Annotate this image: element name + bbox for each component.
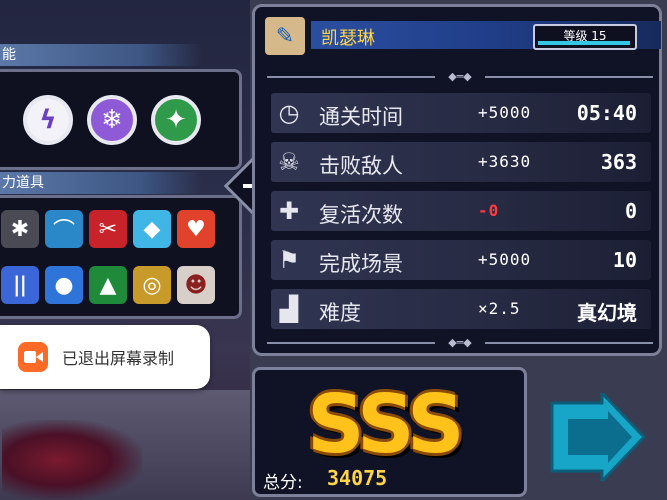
stat-value: 10: [612, 248, 637, 272]
stat-bonus: +5000: [478, 103, 532, 122]
stat-row-revives: ✚ 复活次数 -0 0: [271, 191, 651, 231]
genie-lamp-item-icon[interactable]: ⌒: [45, 210, 83, 248]
snowflake-glyph: ❄: [101, 105, 123, 135]
green-hat-item-icon[interactable]: ▲: [89, 266, 127, 304]
spider-item-icon[interactable]: ✱: [1, 210, 39, 248]
stat-label: 击败敌人: [319, 154, 403, 178]
potion-glyph: ●: [54, 272, 74, 298]
bar-chart-icon: ▟: [279, 295, 299, 323]
items-panel: ✱ ⌒ ✂ ◆ ♥ ǀǀ ● ▲ ◎ ☻: [0, 195, 242, 319]
divider-ornament: ◆═◆: [435, 337, 485, 349]
leaf-glyph: ✦: [165, 105, 187, 135]
divider-ornament: ◆═◆: [435, 71, 485, 83]
skills-section-header: 能: [0, 44, 202, 66]
lightning-glyph: ϟ: [39, 105, 57, 135]
cannon-glyph: ✂: [98, 216, 118, 242]
stat-multiplier: ×2.5: [478, 299, 521, 318]
blue-potion-item-icon[interactable]: ●: [45, 266, 83, 304]
screen-recording-toast: 已退出屏幕录制: [0, 325, 210, 389]
skills-panel: ϟ ❄ ✦: [0, 69, 242, 170]
crystal-glyph: ◆: [143, 216, 161, 242]
fire-heart-glyph: ♥: [186, 216, 206, 242]
pot-glyph: ◎: [142, 272, 162, 298]
stats-panel: ✎ 凯瑟琳 等级 15 ◆═◆ ◷ 通关时间 +5000 05:40 ☠ 击败敌…: [252, 4, 662, 356]
horned-mask-item-icon[interactable]: ☻: [177, 266, 215, 304]
stat-bonus-penalty: -0: [478, 201, 500, 220]
lightning-skill-icon[interactable]: ϟ: [23, 95, 73, 145]
stat-value: 363: [600, 150, 637, 174]
stat-row-enemies-defeated: ☠ 击败敌人 +3630 363: [271, 142, 651, 182]
snowflake-skill-icon[interactable]: ❄: [87, 95, 137, 145]
stat-bonus: +5000: [478, 250, 532, 269]
stat-row-difficulty: ▟ 难度 ×2.5 真幻境: [271, 289, 651, 329]
hat-glyph: ▲: [99, 272, 117, 298]
character-name: 凯瑟琳: [321, 28, 375, 49]
stat-label: 完成场景: [319, 252, 403, 276]
cannon-item-icon[interactable]: ✂: [89, 210, 127, 248]
level-badge: 等级 15: [533, 24, 637, 50]
total-score-label: 总分:: [263, 473, 303, 493]
stat-value: 0: [624, 199, 637, 223]
stat-bonus: +3630: [478, 152, 532, 171]
next-arrow-button[interactable]: [548, 393, 646, 481]
crystal-item-icon[interactable]: ◆: [133, 210, 171, 248]
bottom-divider: ◆═◆: [267, 337, 653, 349]
candles-glyph: ǀǀ: [13, 272, 27, 298]
clock-icon: ◷: [278, 99, 300, 127]
items-section-header: 力道具: [0, 172, 202, 194]
blood-splatter: [2, 420, 142, 500]
leaf-skill-icon[interactable]: ✦: [151, 95, 201, 145]
video-camera-icon: [18, 342, 48, 372]
mask-glyph: ☻: [184, 272, 208, 298]
candles-item-icon[interactable]: ǀǀ: [1, 266, 39, 304]
skull-icon: ☠: [278, 148, 300, 176]
tombstone-cross-icon: ✚: [278, 197, 300, 225]
grade-rank: SSS: [307, 378, 465, 471]
fire-heart-item-icon[interactable]: ♥: [177, 210, 215, 248]
stat-row-clear-time: ◷ 通关时间 +5000 05:40: [271, 93, 651, 133]
flag-icon: ⚑: [278, 246, 300, 274]
total-score-value: 34075: [327, 466, 388, 490]
toast-message: 已退出屏幕录制: [62, 349, 175, 368]
stat-value: 真幻境: [577, 301, 637, 325]
spider-glyph: ✱: [10, 216, 30, 242]
stat-value: 05:40: [576, 101, 637, 125]
stat-label: 通关时间: [319, 105, 403, 129]
top-divider: ◆═◆: [267, 71, 653, 83]
level-progress-bar: [538, 41, 630, 45]
stat-row-scenes-completed: ⚑ 完成场景 +5000 10: [271, 240, 651, 280]
stat-label: 难度: [319, 301, 361, 325]
lamp-glyph: ⌒: [52, 219, 75, 244]
scroll-quill-icon: ✎: [265, 17, 305, 55]
score-panel: SSS 总分: 34075: [252, 367, 527, 497]
golden-pot-item-icon[interactable]: ◎: [133, 266, 171, 304]
stat-label: 复活次数: [319, 203, 403, 227]
